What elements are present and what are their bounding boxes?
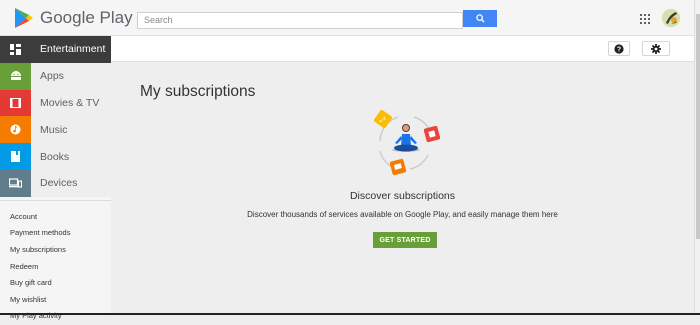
- music-icon: [0, 116, 31, 144]
- search-icon: [475, 14, 485, 23]
- discover-description: Discover thousands of services available…: [247, 210, 558, 219]
- sidebar-item-devices[interactable]: Devices: [0, 169, 111, 197]
- film-icon: [0, 89, 31, 117]
- svg-text:?: ?: [617, 46, 621, 53]
- sidebar-item-entertainment[interactable]: Entertainment: [0, 36, 111, 63]
- link-buy-gift-card[interactable]: Buy gift card: [0, 275, 111, 292]
- sidebar-item-label: Books: [40, 150, 70, 163]
- apps-grid-icon: [640, 14, 650, 24]
- sidebar-item-label: Devices: [40, 177, 78, 190]
- book-icon: [0, 143, 31, 170]
- link-account[interactable]: Account: [0, 209, 111, 226]
- apps-grid-button[interactable]: [639, 12, 651, 24]
- sidebar-item-label: Apps: [40, 70, 64, 83]
- link-redeem[interactable]: Redeem: [0, 259, 111, 276]
- account-links: Account Payment methods My subscriptions…: [0, 199, 111, 325]
- search-button[interactable]: [463, 10, 497, 27]
- android-icon: [0, 62, 31, 90]
- devices-icon: [0, 169, 31, 197]
- sidebar-item-movies-tv[interactable]: Movies & TV: [0, 89, 111, 117]
- sidebar-item-books[interactable]: Books: [0, 143, 111, 170]
- page-scrollbar[interactable]: [694, 0, 700, 315]
- page-title: My subscriptions: [140, 83, 256, 100]
- brand-name: Google Play: [40, 8, 133, 27]
- sidebar-item-label: Music: [40, 123, 68, 136]
- sidebar-item-music[interactable]: Music: [0, 116, 111, 144]
- content-toolbar: ?: [111, 36, 694, 62]
- sidebar-item-apps[interactable]: Apps: [0, 62, 111, 90]
- subscriptions-illustration: ♪: [370, 107, 442, 179]
- scrollbar-thumb[interactable]: [696, 14, 700, 239]
- top-bar: Google Play: [0, 0, 700, 36]
- sidebar-item-label: Entertainment: [40, 43, 106, 56]
- link-my-wishlist[interactable]: My wishlist: [0, 292, 111, 309]
- settings-button[interactable]: [642, 41, 670, 56]
- account-avatar[interactable]: [662, 9, 680, 27]
- meditating-person-icon: ♪: [374, 110, 441, 176]
- sidebar: Entertainment Apps Movies & TV Music Boo…: [0, 36, 111, 320]
- entertainment-icon: [0, 36, 31, 63]
- google-play-logo[interactable]: Google Play: [14, 7, 133, 29]
- help-icon: ?: [614, 43, 624, 54]
- link-my-subscriptions[interactable]: My subscriptions: [0, 242, 111, 259]
- get-started-button[interactable]: GET STARTED: [373, 232, 437, 248]
- discover-title: Discover subscriptions: [349, 190, 456, 202]
- search-input[interactable]: [137, 11, 463, 29]
- help-button[interactable]: ?: [608, 41, 630, 56]
- link-my-play-activity[interactable]: My Play activity: [0, 308, 111, 325]
- sidebar-item-label: Movies & TV: [40, 96, 100, 109]
- link-payment-methods[interactable]: Payment methods: [0, 225, 111, 242]
- play-logo-icon: [15, 8, 33, 28]
- avatar-image-icon: [662, 9, 680, 27]
- gear-icon: [651, 43, 661, 54]
- search-box: [137, 10, 497, 29]
- main-content: ? My subscriptions ♪ Discover subscripti…: [111, 36, 694, 315]
